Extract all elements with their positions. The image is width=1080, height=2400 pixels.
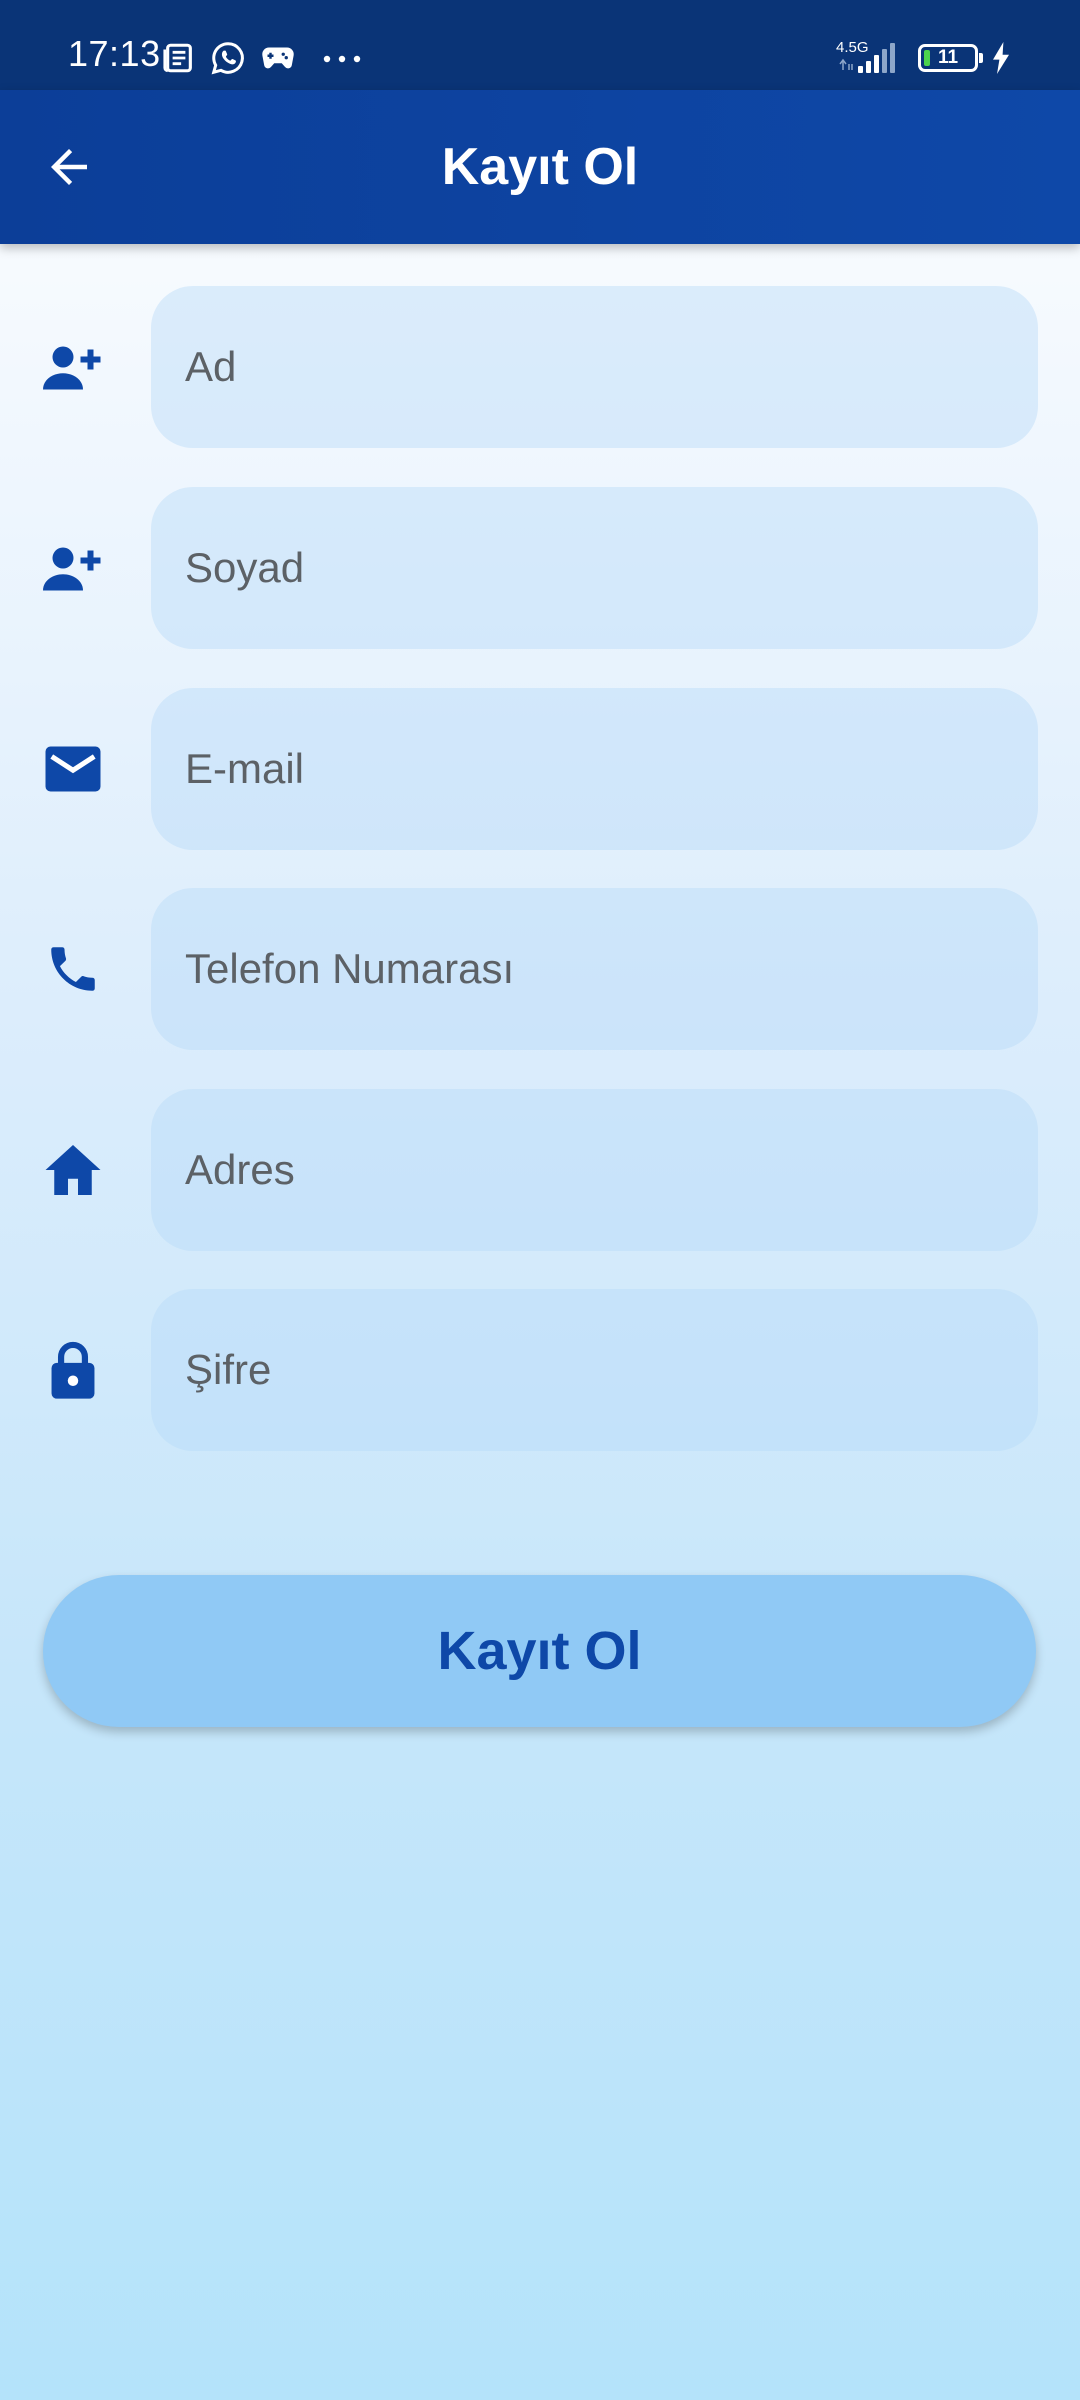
form-row-password xyxy=(0,1289,1080,1451)
phone-field[interactable] xyxy=(151,888,1038,1050)
battery-icon: 11 xyxy=(918,44,978,72)
charging-icon xyxy=(993,42,1009,74)
arrow-back-icon xyxy=(51,149,87,185)
form-row-address xyxy=(0,1089,1080,1251)
email-icon xyxy=(40,739,106,799)
person-add-icon xyxy=(40,538,106,598)
form-row-email xyxy=(0,688,1080,850)
whatsapp-icon xyxy=(211,42,244,75)
form-row-phone xyxy=(0,888,1080,1050)
lock-icon xyxy=(40,1340,106,1400)
register-button[interactable]: Kayıt Ol xyxy=(43,1575,1036,1727)
email-field[interactable] xyxy=(151,688,1038,850)
address-field[interactable] xyxy=(151,1089,1038,1251)
phone-icon xyxy=(40,939,106,999)
home-icon xyxy=(40,1140,106,1200)
battery-level: 11 xyxy=(937,47,959,68)
app-bar: Kayıt Ol xyxy=(0,90,1080,244)
page-title: Kayıt Ol xyxy=(441,138,639,196)
last-name-field[interactable] xyxy=(151,487,1038,649)
status-time: 17:13 xyxy=(68,33,161,74)
first-name-field[interactable] xyxy=(151,286,1038,448)
back-button[interactable] xyxy=(34,132,104,202)
form-row-soyad xyxy=(0,487,1080,649)
signal-icon xyxy=(839,43,895,73)
game-controller-icon xyxy=(262,47,294,69)
more-dots-icon xyxy=(323,55,361,63)
password-field[interactable] xyxy=(151,1289,1038,1451)
news-icon xyxy=(163,43,192,73)
person-add-icon xyxy=(40,337,106,397)
status-bar: 17:13 4.5G 11 xyxy=(0,0,1080,90)
form-row-ad xyxy=(0,286,1080,448)
